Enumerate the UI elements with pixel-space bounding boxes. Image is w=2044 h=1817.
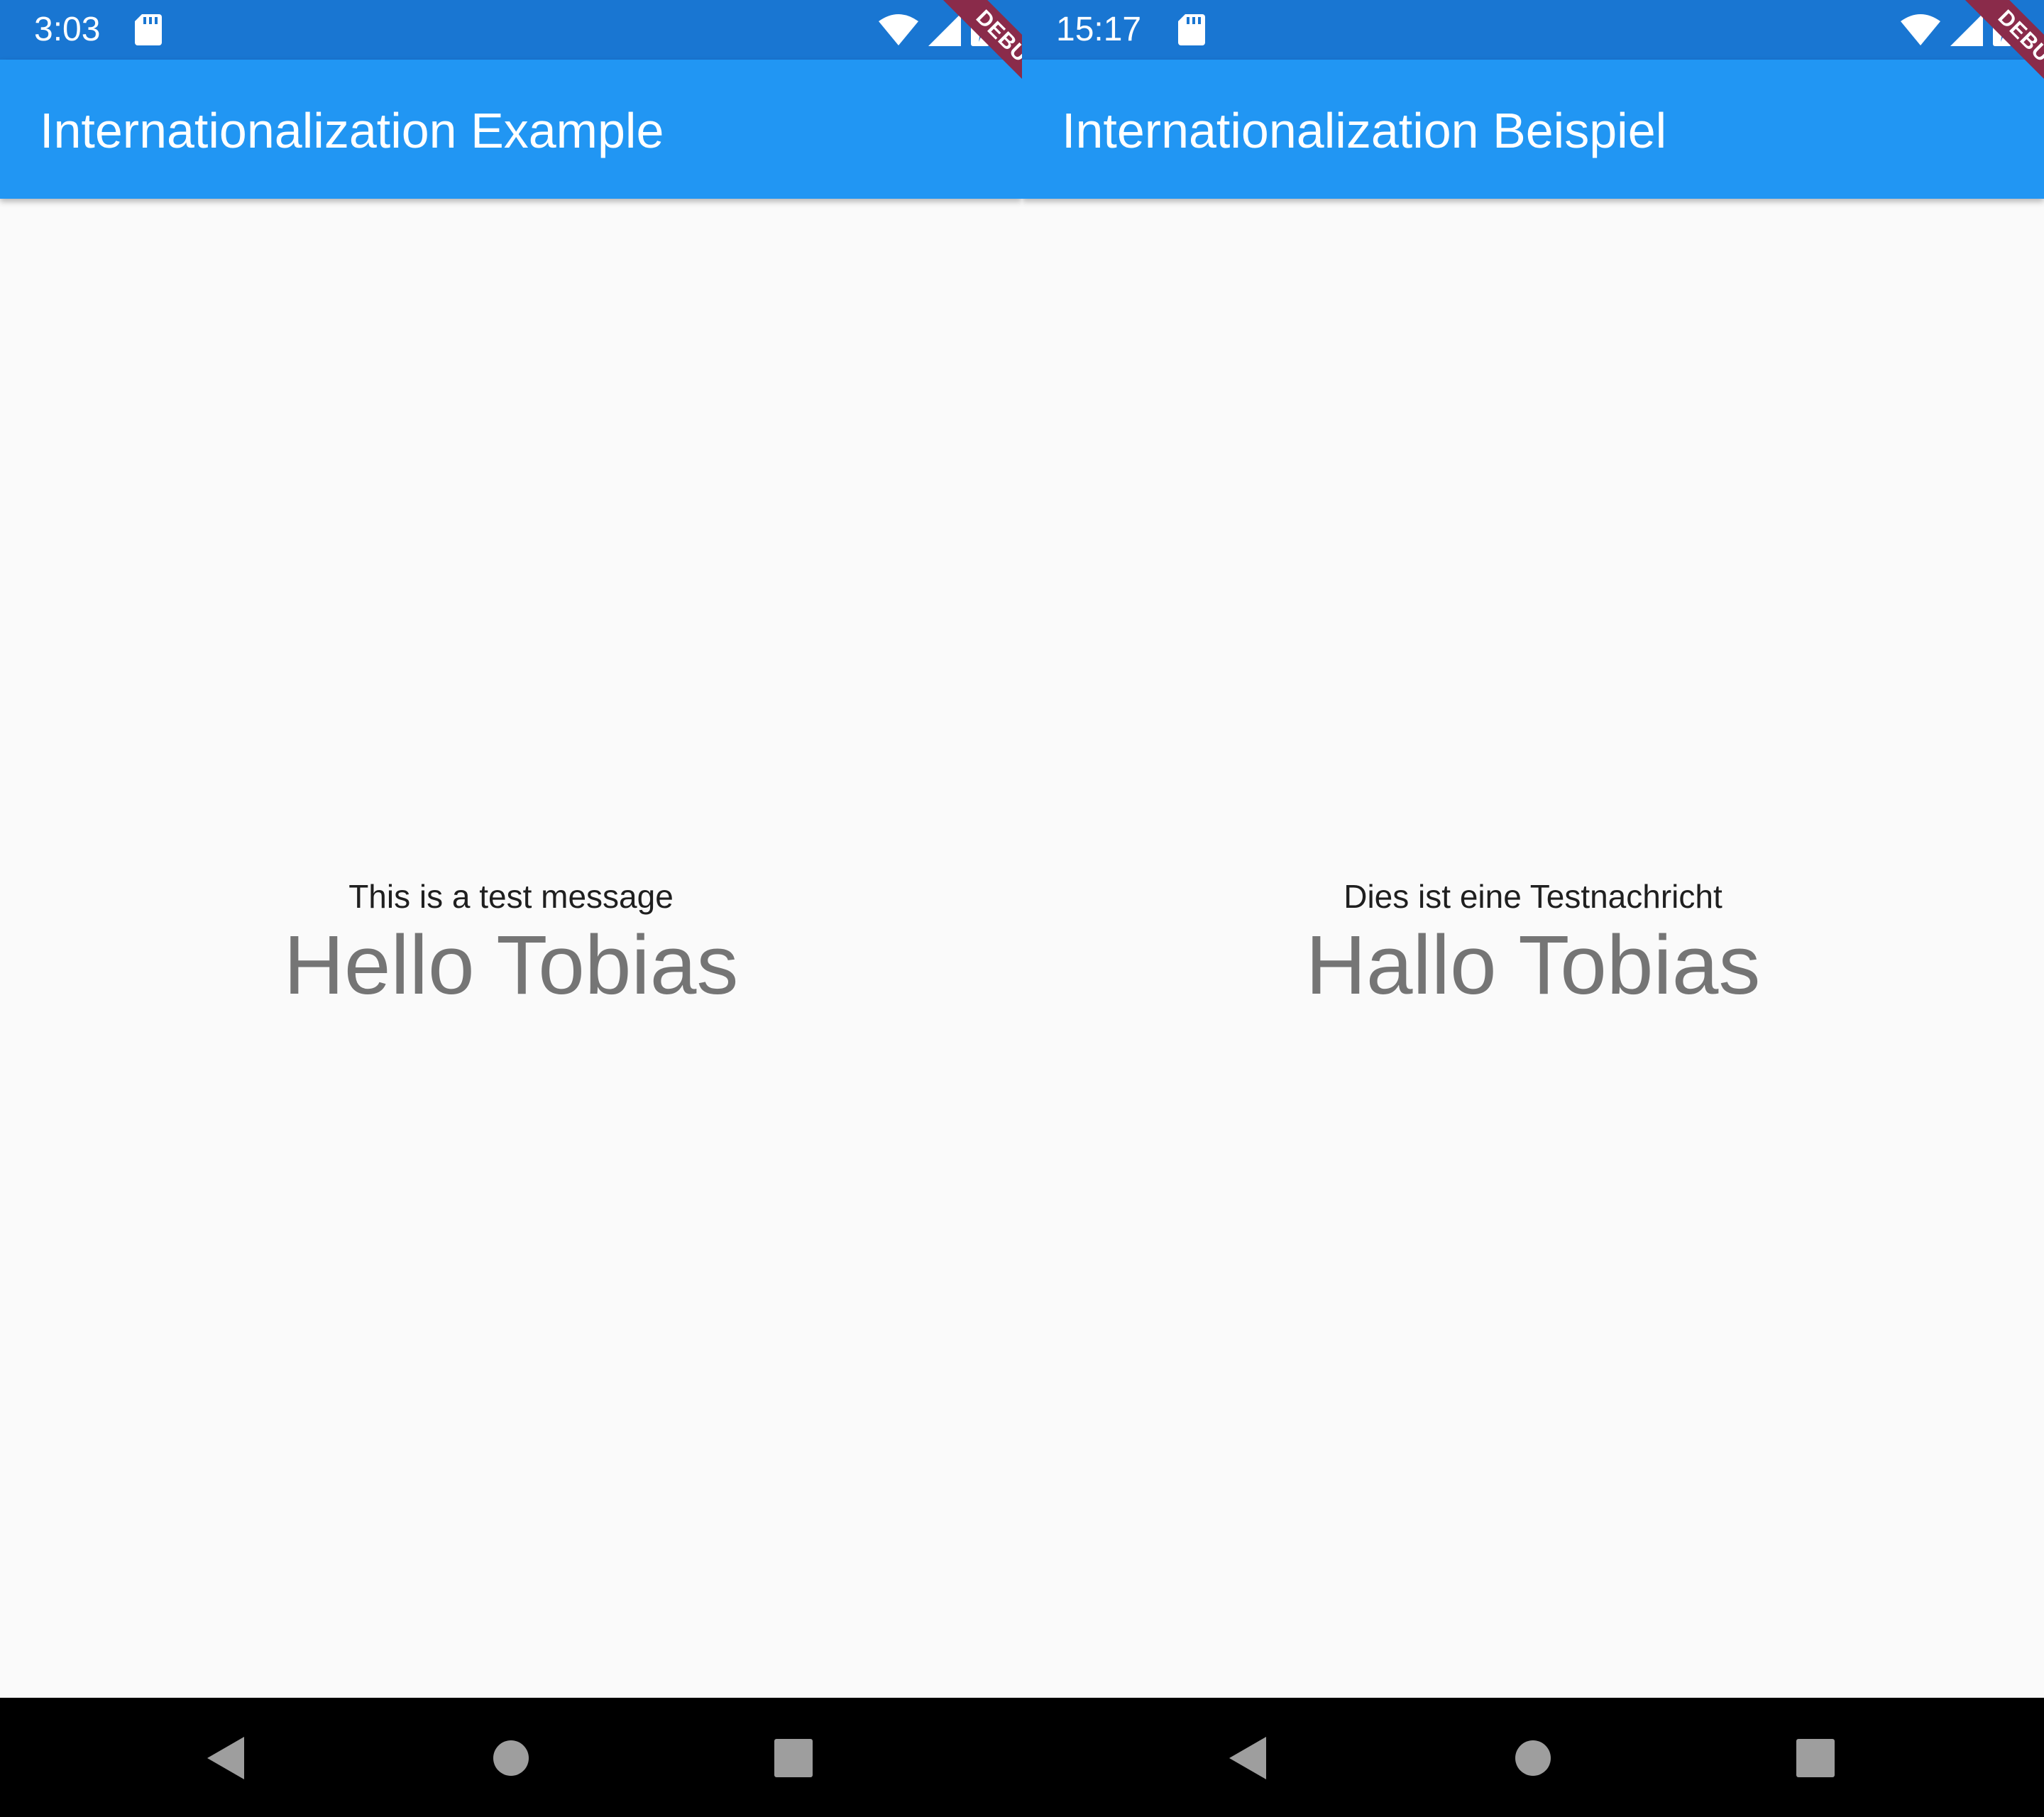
debug-banner: DEBUG (1916, 0, 2044, 142)
phone-screen-english: 3:03 Internationalization Example DEBUG (0, 0, 1022, 1817)
system-nav-bar (1022, 1698, 2044, 1817)
greeting-text: Hallo Tobias (1305, 918, 1761, 1012)
debug-banner-label: DEBUG (911, 0, 1022, 139)
home-icon[interactable] (486, 1733, 536, 1783)
back-icon[interactable] (201, 1733, 251, 1783)
app-bar: Internationalization Example (0, 60, 1022, 199)
system-nav-bar (0, 1698, 1022, 1817)
page-body: This is a test message Hello Tobias (0, 199, 1022, 1698)
recents-icon[interactable] (1791, 1733, 1840, 1783)
app-bar: Internationalization Beispiel (1022, 60, 2044, 199)
status-bar: 15:17 (1022, 0, 2044, 60)
status-bar: 3:03 (0, 0, 1022, 60)
test-message-text: Dies ist eine Testnachricht (1344, 878, 1722, 915)
debug-banner-label: DEBUG (1933, 0, 2044, 139)
sd-card-icon (135, 14, 162, 45)
app-bar-title: Internationalization Example (40, 103, 664, 158)
screens-container: 3:03 Internationalization Example DEBUG (0, 0, 2044, 1817)
app-bar-title: Internationalization Beispiel (1062, 103, 1667, 158)
sd-card-icon (1178, 14, 1205, 45)
test-message-text: This is a test message (348, 878, 674, 915)
status-time: 3:03 (34, 11, 101, 48)
debug-banner: DEBUG (894, 0, 1022, 142)
back-icon[interactable] (1223, 1733, 1273, 1783)
recents-icon[interactable] (769, 1733, 818, 1783)
phone-screen-german: 15:17 Internationalization Beispiel DEBU… (1022, 0, 2044, 1817)
home-icon[interactable] (1508, 1733, 1558, 1783)
greeting-text: Hello Tobias (283, 918, 739, 1012)
page-body: Dies ist eine Testnachricht Hallo Tobias (1022, 199, 2044, 1698)
status-time: 15:17 (1056, 11, 1142, 48)
